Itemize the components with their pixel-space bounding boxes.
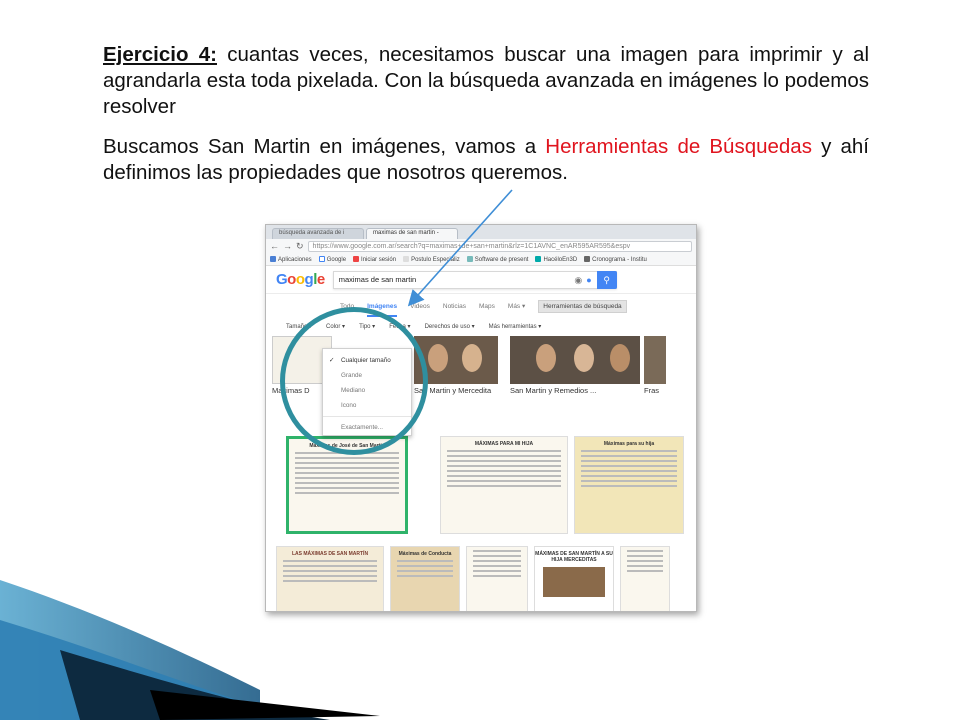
doc-title: Máximas de José de San Martín xyxy=(309,443,385,449)
search-icon: ⚲ xyxy=(603,274,610,285)
image-thumbnail[interactable] xyxy=(644,336,666,384)
filter-rights[interactable]: Derechos de uso ▾ xyxy=(425,323,475,330)
filter-more-tools[interactable]: Más herramientas ▾ xyxy=(489,323,542,330)
forward-icon[interactable]: → xyxy=(283,241,292,251)
size-option-large[interactable]: Grande xyxy=(323,368,411,383)
tab-videos[interactable]: Videos xyxy=(410,303,430,310)
back-icon[interactable]: ← xyxy=(270,241,279,251)
browser-tab-active[interactable]: maximas de san martin - xyxy=(366,228,458,239)
tab-todo[interactable]: Todo xyxy=(340,303,354,310)
browser-screenshot: búsqueda avanzada de i maximas de san ma… xyxy=(265,224,697,612)
tab-imagenes[interactable]: Imágenes xyxy=(367,303,398,317)
tab-noticias[interactable]: Noticias xyxy=(443,303,466,310)
microphone-icon[interactable]: ● xyxy=(586,275,591,286)
image-thumbnail[interactable]: LAS MÁXIMAS DE SAN MARTÍN xyxy=(276,546,384,611)
filter-date[interactable]: Fecha ▾ xyxy=(389,323,410,330)
image-thumbnail[interactable] xyxy=(466,546,528,611)
address-bar[interactable]: https://www.google.com.ar/search?q=maxim… xyxy=(307,240,692,252)
image-thumbnail[interactable] xyxy=(414,336,498,384)
image-caption: San Martin y Remedios ... xyxy=(510,386,597,395)
bookmark-item[interactable]: Postulo Especializ xyxy=(403,255,460,263)
image-thumbnail[interactable]: MÁXIMAS DE SAN MARTÍN A SU HIJA MERCEDIT… xyxy=(534,546,614,611)
doc-title: Máximas de Conducta xyxy=(398,551,452,557)
filter-color[interactable]: Color ▾ xyxy=(326,323,345,330)
exercise-text: cuantas veces, necesitamos buscar una im… xyxy=(103,43,869,118)
bookmark-item[interactable]: Iniciar sesión xyxy=(353,255,396,263)
bookmark-item[interactable]: Google xyxy=(318,255,346,263)
exercise-label: Ejercicio 4: xyxy=(103,43,217,66)
bookmark-item[interactable]: Aplicaciones xyxy=(270,255,312,263)
instruction-start: Buscamos San Martin en imágenes, vamos a xyxy=(103,135,546,158)
reload-icon[interactable]: ↻ xyxy=(296,241,304,252)
tab-maps[interactable]: Maps xyxy=(479,303,495,310)
size-option-icon[interactable]: Icono xyxy=(323,398,411,413)
search-tools-button[interactable]: Herramientas de búsqueda xyxy=(538,299,627,313)
size-option-any[interactable]: Cualquier tamaño xyxy=(323,353,411,368)
image-thumbnail[interactable]: Máximas de José de San Martín xyxy=(286,436,408,534)
image-result[interactable]: Fras xyxy=(644,336,666,402)
browser-tab-bar: búsqueda avanzada de i maximas de san ma… xyxy=(266,225,696,239)
google-logo[interactable]: Google xyxy=(276,271,325,288)
bookmarks-bar: Aplicaciones Google Iniciar sesión Postu… xyxy=(266,253,696,266)
image-caption: San Martin y Mercedita xyxy=(414,386,492,395)
google-header: Google maximas de san martin ◉ ● ⚲ xyxy=(266,266,696,294)
image-thumbnail[interactable]: Máximas para su hija xyxy=(574,436,684,534)
filter-type[interactable]: Tipo ▾ xyxy=(359,323,375,330)
doc-title: MÁXIMAS PARA MI HIJA xyxy=(474,441,534,447)
search-tabs: Todo Imágenes Videos Noticias Maps Más ▾… xyxy=(266,294,696,318)
tab-mas[interactable]: Más ▾ xyxy=(508,302,525,310)
image-thumbnail[interactable]: MÁXIMAS PARA MI HIJA xyxy=(440,436,568,534)
image-result[interactable]: San Martin y Remedios ... xyxy=(510,336,640,402)
exercise-paragraph: Ejercicio 4: cuantas veces, necesitamos … xyxy=(103,42,869,120)
filter-size[interactable]: Tamaño ▾ xyxy=(286,323,312,330)
image-result[interactable]: San Martin y Mercedita xyxy=(414,336,498,402)
doc-title: MÁXIMAS DE SAN MARTÍN A SU HIJA MERCEDIT… xyxy=(535,551,613,563)
size-dropdown-menu: Cualquier tamaño Grande Mediano Icono Ex… xyxy=(322,348,412,436)
size-option-medium[interactable]: Mediano xyxy=(323,383,411,398)
bookmark-item[interactable]: HacéloEn3D xyxy=(535,255,577,263)
image-caption: Fras xyxy=(644,386,659,395)
doc-title: Máximas para su hija xyxy=(603,441,655,447)
address-row: ← → ↻ https://www.google.com.ar/search?q… xyxy=(266,239,696,253)
image-thumbnail[interactable] xyxy=(620,546,670,611)
bookmark-item[interactable]: Cronograma - Institu xyxy=(584,255,647,263)
instruction-highlight: Herramientas de Búsquedas xyxy=(545,135,812,158)
size-option-exact[interactable]: Exactamente... xyxy=(323,420,411,435)
image-thumbnail[interactable]: Máximas de Conducta xyxy=(390,546,460,611)
search-input[interactable]: maximas de san martin ◉ ● ⚲ xyxy=(332,270,617,289)
doc-title: LAS MÁXIMAS DE SAN MARTÍN xyxy=(291,551,369,557)
camera-icon[interactable]: ◉ xyxy=(574,275,582,286)
instruction-paragraph: Buscamos San Martin en imágenes, vamos a… xyxy=(103,134,869,186)
search-filters: Tamaño ▾ Color ▾ Tipo ▾ Fecha ▾ Derechos… xyxy=(266,318,696,334)
bookmark-item[interactable]: Software de present xyxy=(466,255,528,263)
search-button[interactable]: ⚲ xyxy=(596,270,617,289)
browser-tab[interactable]: búsqueda avanzada de i xyxy=(272,228,364,239)
image-thumbnail[interactable] xyxy=(510,336,640,384)
search-query: maximas de san martin xyxy=(338,275,417,284)
